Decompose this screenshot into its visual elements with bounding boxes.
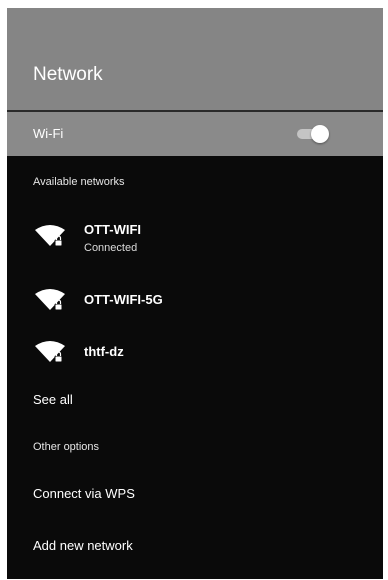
header: Network [7,8,383,110]
network-item-thtf-dz[interactable]: thtf-dz [7,330,383,374]
network-name: thtf-dz [84,344,124,359]
wifi-locked-icon [35,289,65,311]
available-networks-label: Available networks [33,176,125,188]
add-new-network-button[interactable]: Add new network [33,538,133,553]
network-settings-panel: Network Wi-Fi Available networks OTT-WIF… [7,8,383,579]
see-all-button[interactable]: See all [33,392,73,407]
wifi-toggle-row[interactable]: Wi-Fi [7,112,383,156]
network-item-ott-wifi-5g[interactable]: OTT-WIFI-5G [7,278,383,322]
network-status: Connected [84,242,138,254]
page-title: Network [33,64,103,85]
wifi-label: Wi-Fi [33,126,64,141]
toggle-knob [311,125,329,143]
network-name: OTT-WIFI [84,222,142,237]
wifi-locked-icon [35,225,65,247]
wifi-locked-icon [35,341,65,363]
other-options-label: Other options [33,441,100,453]
wifi-toggle[interactable] [297,125,331,143]
network-item-ott-wifi[interactable]: OTT-WIFI Connected [7,214,383,258]
network-name: OTT-WIFI-5G [84,292,163,307]
connect-via-wps-button[interactable]: Connect via WPS [33,486,135,501]
